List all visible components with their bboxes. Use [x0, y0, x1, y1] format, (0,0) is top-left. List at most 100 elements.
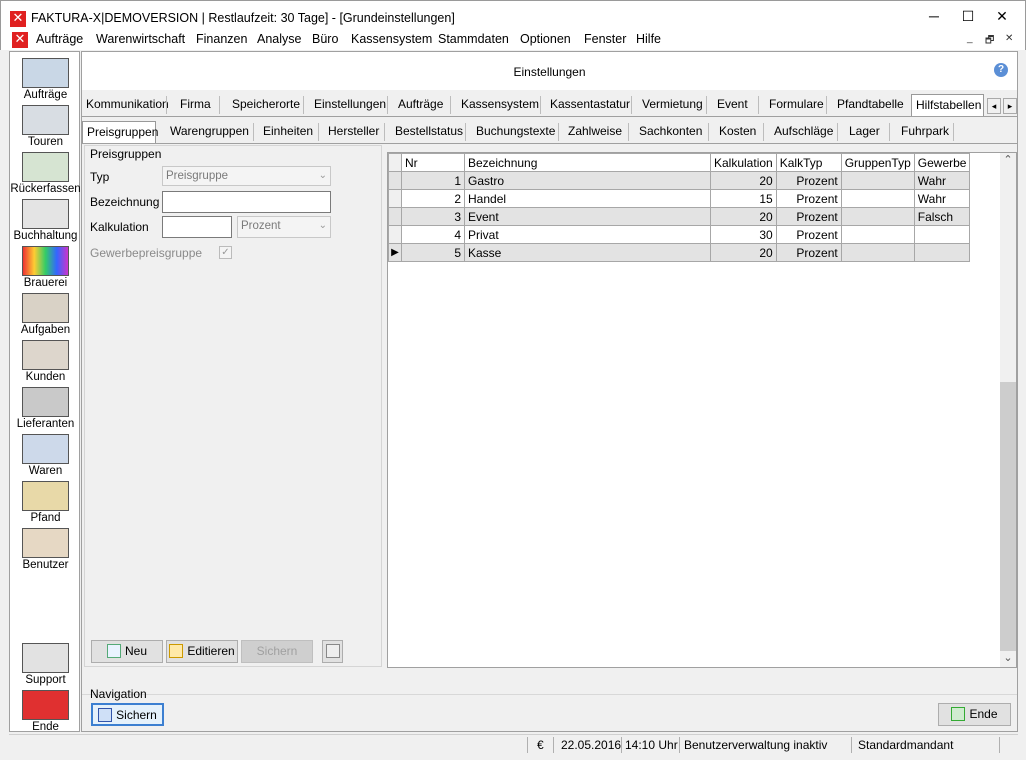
tab-speicherorte[interactable]: Speicherorte [228, 94, 304, 116]
tab-scroll-right-button[interactable]: ▸ [1003, 98, 1017, 114]
subtab-fuhrpark[interactable]: Fuhrpark [901, 121, 949, 143]
cell-gruppentyp[interactable] [840, 171, 915, 190]
bezeichnung-input[interactable] [162, 191, 331, 213]
cell-nr[interactable]: 2 [401, 189, 465, 208]
sidebar-item-waren[interactable]: Waren [10, 432, 81, 478]
scroll-up-button[interactable]: ⌃ [1000, 153, 1016, 169]
menu-logo-icon[interactable]: ✕ [12, 32, 28, 48]
mdi-close-button[interactable]: ✕ [1005, 33, 1013, 44]
cell-bezeichnung[interactable]: Handel [464, 189, 711, 208]
table-row[interactable]: 1 Gastro 20 Prozent Wahr [388, 171, 971, 190]
preisgruppen-grid[interactable]: Nr Bezeichnung Kalkulation KalkTyp Grupp… [387, 152, 1017, 668]
subtab-aufschlaege[interactable]: Aufschläge [774, 121, 833, 143]
table-row[interactable]: 4 Privat 30 Prozent [388, 225, 971, 244]
cell-kalktyp[interactable]: Prozent [775, 171, 842, 190]
help-icon[interactable]: ? [994, 63, 1008, 77]
subtab-sachkonten[interactable]: Sachkonten [639, 121, 702, 143]
column-header-bezeichnung[interactable]: Bezeichnung [464, 153, 711, 172]
cell-kalkulation[interactable]: 20 [710, 171, 777, 190]
subtab-preisgruppen[interactable]: Preisgruppen [82, 121, 158, 143]
menu-buero[interactable]: Büro [312, 32, 338, 46]
cell-gewerbe[interactable]: Wahr [913, 189, 971, 208]
cell-bezeichnung[interactable]: Gastro [464, 171, 711, 190]
tab-kassensystem[interactable]: Kassensystem [457, 94, 543, 116]
sidebar-item-touren[interactable]: Touren [10, 103, 81, 149]
sidebar-item-benutzer[interactable]: Benutzer [10, 526, 81, 572]
tab-auftraege[interactable]: Aufträge [394, 94, 447, 116]
sidebar-item-pfand[interactable]: Pfand [10, 479, 81, 525]
subtab-zahlweise[interactable]: Zahlweise [568, 121, 622, 143]
subtab-bestellstatus[interactable]: Bestellstatus [395, 121, 463, 143]
kalkulation-input[interactable] [162, 216, 232, 238]
tab-scroll-left-button[interactable]: ◂ [987, 98, 1001, 114]
subtab-einheiten[interactable]: Einheiten [263, 121, 313, 143]
table-row[interactable]: 3 Event 20 Prozent Falsch [388, 207, 971, 226]
tab-event[interactable]: Event [713, 94, 752, 116]
cell-gewerbe[interactable]: Wahr [913, 171, 971, 190]
menu-finanzen[interactable]: Finanzen [196, 32, 247, 46]
neu-button[interactable]: Neu [91, 640, 163, 663]
menu-analyse[interactable]: Analyse [257, 32, 301, 46]
cell-nr[interactable]: 1 [401, 171, 465, 190]
menu-hilfe[interactable]: Hilfe [636, 32, 661, 46]
cell-gewerbe[interactable] [913, 243, 971, 262]
tab-hilfstabellen[interactable]: Hilfstabellen [911, 94, 984, 116]
cell-gewerbe[interactable] [913, 225, 971, 244]
tab-formulare[interactable]: Formulare [765, 94, 828, 116]
tab-kassentastatur[interactable]: Kassentastatur [546, 94, 634, 116]
menu-optionen[interactable]: Optionen [520, 32, 571, 46]
mdi-minimize-button[interactable]: _ [967, 33, 973, 44]
tab-firma[interactable]: Firma [176, 94, 215, 116]
column-header-kalkulation[interactable]: Kalkulation [710, 153, 777, 172]
cell-kalkulation[interactable]: 30 [710, 225, 777, 244]
cell-kalktyp[interactable]: Prozent [775, 189, 842, 208]
sidebar-item-kunden[interactable]: Kunden [10, 338, 81, 384]
mdi-restore-button[interactable]: 🗗 [985, 33, 994, 50]
subtab-buchungstexte[interactable]: Buchungstexte [476, 121, 555, 143]
column-header-gruppentyp[interactable]: GruppenTyp [840, 153, 915, 172]
subtab-hersteller[interactable]: Hersteller [328, 121, 379, 143]
sidebar-item-buchhaltung[interactable]: Buchhaltung [10, 197, 81, 243]
cell-kalktyp[interactable]: Prozent [775, 243, 842, 262]
menu-fenster[interactable]: Fenster [584, 32, 626, 46]
tab-pfandtabelle[interactable]: Pfandtabelle [833, 94, 908, 116]
cell-bezeichnung[interactable]: Privat [464, 225, 711, 244]
cell-nr[interactable]: 3 [401, 207, 465, 226]
cell-bezeichnung[interactable]: Kasse [464, 243, 711, 262]
tab-vermietung[interactable]: Vermietung [638, 94, 707, 116]
cell-gruppentyp[interactable] [840, 225, 915, 244]
sidebar-item-ende[interactable]: Ende [10, 688, 81, 734]
sichern-form-button[interactable]: Sichern [241, 640, 313, 663]
lock-button[interactable] [322, 640, 343, 663]
cell-kalkulation[interactable]: 15 [710, 189, 777, 208]
tab-einstellungen[interactable]: Einstellungen [310, 94, 390, 116]
cell-kalktyp[interactable]: Prozent [775, 225, 842, 244]
sidebar-item-rueckerfassen[interactable]: Rückerfassen [10, 150, 81, 196]
ende-button[interactable]: Ende [938, 703, 1011, 726]
cell-gewerbe[interactable]: Falsch [913, 207, 971, 226]
subtab-lager[interactable]: Lager [849, 121, 880, 143]
gewerbe-checkbox[interactable]: ✓ [219, 246, 232, 259]
minimize-button[interactable]: ─ [917, 1, 951, 31]
sidebar-item-support[interactable]: Support [10, 641, 81, 687]
table-row[interactable]: ▶ 5 Kasse 20 Prozent [388, 243, 971, 262]
close-button[interactable]: ✕ [985, 1, 1019, 31]
subtab-kosten[interactable]: Kosten [719, 121, 756, 143]
column-header-nr[interactable]: Nr [401, 153, 465, 172]
kalktyp-select[interactable]: Prozent ⌄ [237, 216, 331, 238]
cell-kalktyp[interactable]: Prozent [775, 207, 842, 226]
menu-kassensystem[interactable]: Kassensystem [351, 32, 432, 46]
cell-kalkulation[interactable]: 20 [710, 207, 777, 226]
cell-gruppentyp[interactable] [840, 189, 915, 208]
menu-warenwirtschaft[interactable]: Warenwirtschaft [96, 32, 185, 46]
cell-nr[interactable]: 5 [401, 243, 465, 262]
cell-gruppentyp[interactable] [840, 207, 915, 226]
scroll-thumb[interactable] [1000, 382, 1016, 651]
sidebar-item-auftraege[interactable]: Aufträge [10, 56, 81, 102]
cell-bezeichnung[interactable]: Event [464, 207, 711, 226]
tab-kommunikation[interactable]: Kommunikation [82, 94, 173, 116]
cell-kalkulation[interactable]: 20 [710, 243, 777, 262]
column-header-kalktyp[interactable]: KalkTyp [775, 153, 842, 172]
sidebar-item-aufgaben[interactable]: Aufgaben [10, 291, 81, 337]
menu-auftraege[interactable]: Aufträge [36, 32, 83, 46]
